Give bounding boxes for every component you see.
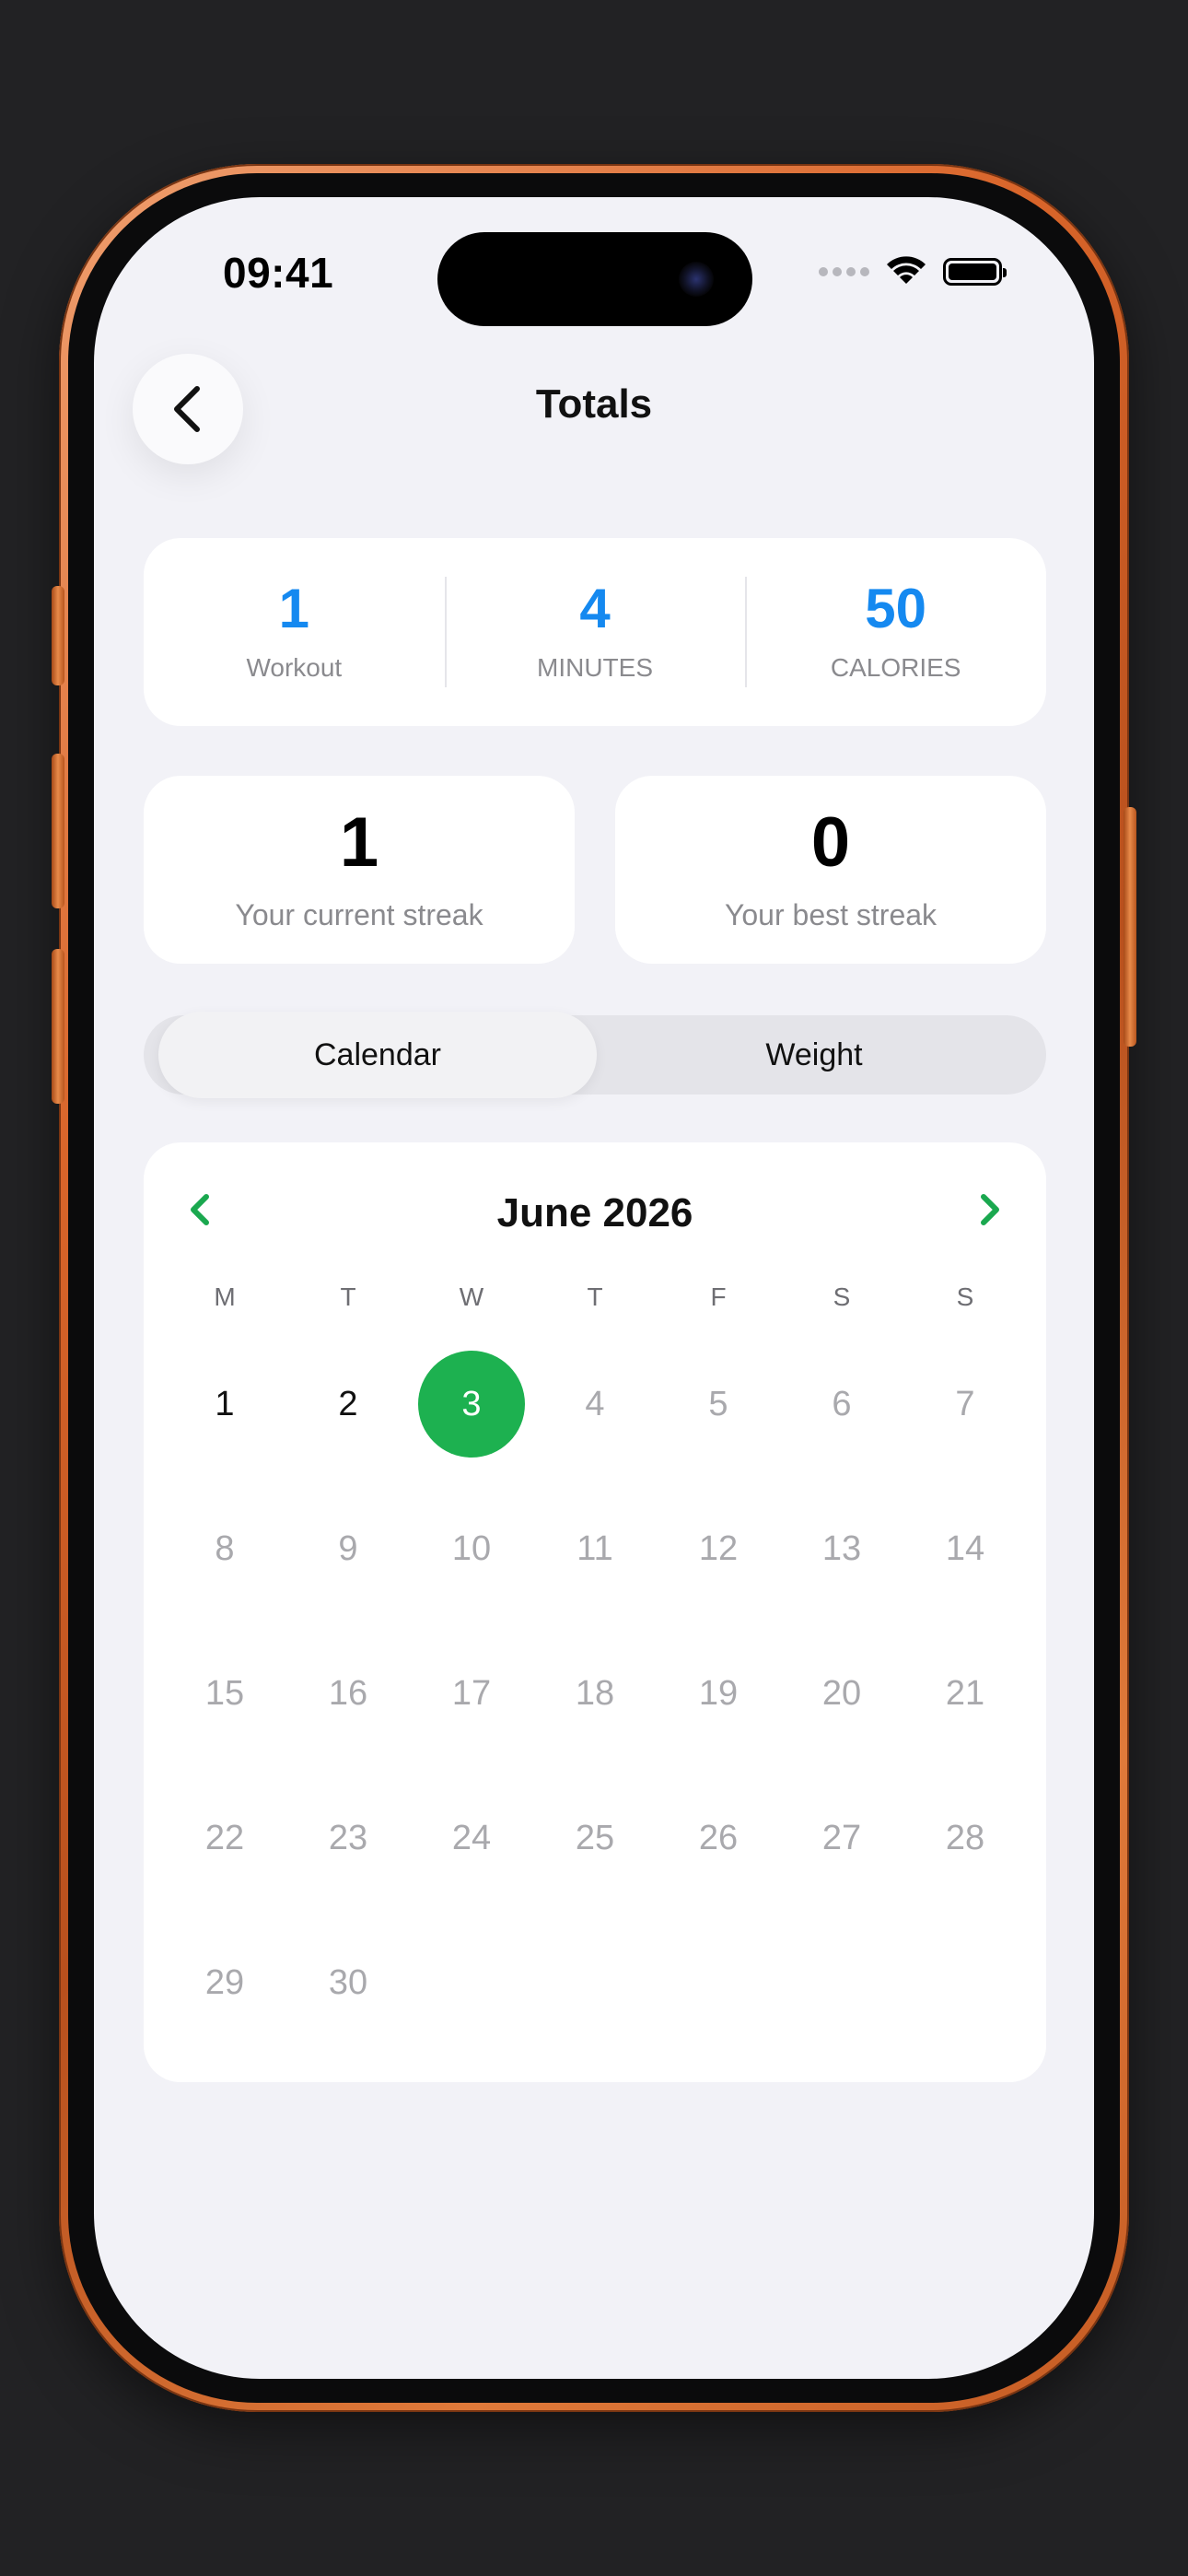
volume-up-button: [52, 754, 64, 908]
calendar-day[interactable]: 30: [295, 1929, 402, 2036]
best-streak-label: Your best streak: [724, 897, 938, 931]
weekday-label: S: [833, 1282, 851, 1311]
battery-icon: [943, 258, 1007, 286]
next-month-button[interactable]: [976, 1187, 1004, 1236]
calendar-day[interactable]: 18: [542, 1640, 648, 1747]
status-time: 09:41: [223, 249, 334, 297]
dynamic-island: [437, 232, 752, 326]
volume-down-button: [52, 949, 64, 1104]
tab-weight[interactable]: Weight: [597, 1015, 1031, 1095]
calendar-day[interactable]: 4: [542, 1351, 648, 1458]
best-streak-value: 0: [810, 802, 851, 882]
calendar-day[interactable]: 29: [171, 1929, 278, 2036]
calendar-day[interactable]: 15: [171, 1640, 278, 1747]
current-streak-label: Your current streak: [235, 897, 483, 931]
calendar-day[interactable]: 9: [295, 1495, 402, 1602]
calendar-day[interactable]: 2: [295, 1351, 402, 1458]
total-calories-value: 50: [865, 578, 927, 639]
weekday-label: M: [214, 1282, 236, 1311]
calendar-day[interactable]: 21: [912, 1640, 1019, 1747]
calendar-day[interactable]: 27: [788, 1785, 895, 1891]
total-minutes-label: MINUTES: [537, 653, 653, 682]
weekday-label: T: [340, 1282, 356, 1311]
calendar-day-selected[interactable]: 3: [418, 1351, 525, 1458]
calendar-day[interactable]: 22: [171, 1785, 278, 1891]
action-button: [52, 586, 64, 685]
calendar-day[interactable]: 1: [171, 1351, 278, 1458]
calendar-day[interactable]: 6: [788, 1351, 895, 1458]
view-segmented-control: Calendar Weight: [144, 1012, 1046, 1098]
calendar-day[interactable]: 24: [418, 1785, 525, 1891]
status-indicators: [819, 256, 1007, 287]
calendar-day[interactable]: 17: [418, 1640, 525, 1747]
calendar-card: June 2026 M T W T F S S 1 2 3 4 5 6 7 8 9 10 11 12 13 14 15 16…: [144, 1142, 1046, 2082]
calendar-month-label: June 2026: [496, 1190, 693, 1235]
weekday-label: F: [710, 1282, 727, 1311]
calendar-day[interactable]: 16: [295, 1640, 402, 1747]
total-calories: 50 CALORIES: [745, 538, 1046, 726]
weekday-label: S: [956, 1282, 974, 1311]
calendar-day[interactable]: 23: [295, 1785, 402, 1891]
calendar-day[interactable]: 11: [542, 1495, 648, 1602]
calendar-day[interactable]: 8: [171, 1495, 278, 1602]
weekday-label: T: [587, 1282, 603, 1311]
calendar-day[interactable]: 26: [665, 1785, 772, 1891]
power-button: [1124, 807, 1136, 1047]
total-minutes: 4 MINUTES: [444, 538, 746, 726]
calendar-day[interactable]: 10: [418, 1495, 525, 1602]
current-streak-card: 1 Your current streak: [144, 776, 575, 964]
weekday-label: W: [459, 1282, 484, 1311]
calendar-day[interactable]: 5: [665, 1351, 772, 1458]
total-calories-label: CALORIES: [830, 653, 961, 682]
tab-calendar[interactable]: Calendar: [158, 1015, 597, 1095]
chevron-right-icon: [981, 1194, 999, 1225]
total-minutes-value: 4: [579, 578, 611, 639]
wifi-icon: [887, 256, 926, 284]
current-streak-value: 1: [339, 802, 379, 882]
best-streak-card: 0 Your best streak: [615, 776, 1046, 964]
total-workouts-label: Workout: [246, 653, 343, 682]
calendar-day[interactable]: 20: [788, 1640, 895, 1747]
page-title: Totals: [535, 381, 653, 427]
calendar-day[interactable]: 19: [665, 1640, 772, 1747]
cellular-signal-icon: [819, 267, 869, 276]
app-screen: 09:41 Totals 1 Workout 4 MINUTES 50 CALO…: [94, 197, 1094, 2379]
totals-card: 1 Workout 4 MINUTES 50 CALORIES: [144, 538, 1046, 726]
calendar-day[interactable]: 12: [665, 1495, 772, 1602]
total-workouts-value: 1: [278, 578, 310, 639]
calendar-day[interactable]: 13: [788, 1495, 895, 1602]
calendar-day[interactable]: 14: [912, 1495, 1019, 1602]
calendar-day[interactable]: 25: [542, 1785, 648, 1891]
front-camera: [679, 262, 714, 297]
calendar-day[interactable]: 28: [912, 1785, 1019, 1891]
calendar-day[interactable]: 7: [912, 1351, 1019, 1458]
total-workouts: 1 Workout: [144, 538, 445, 726]
